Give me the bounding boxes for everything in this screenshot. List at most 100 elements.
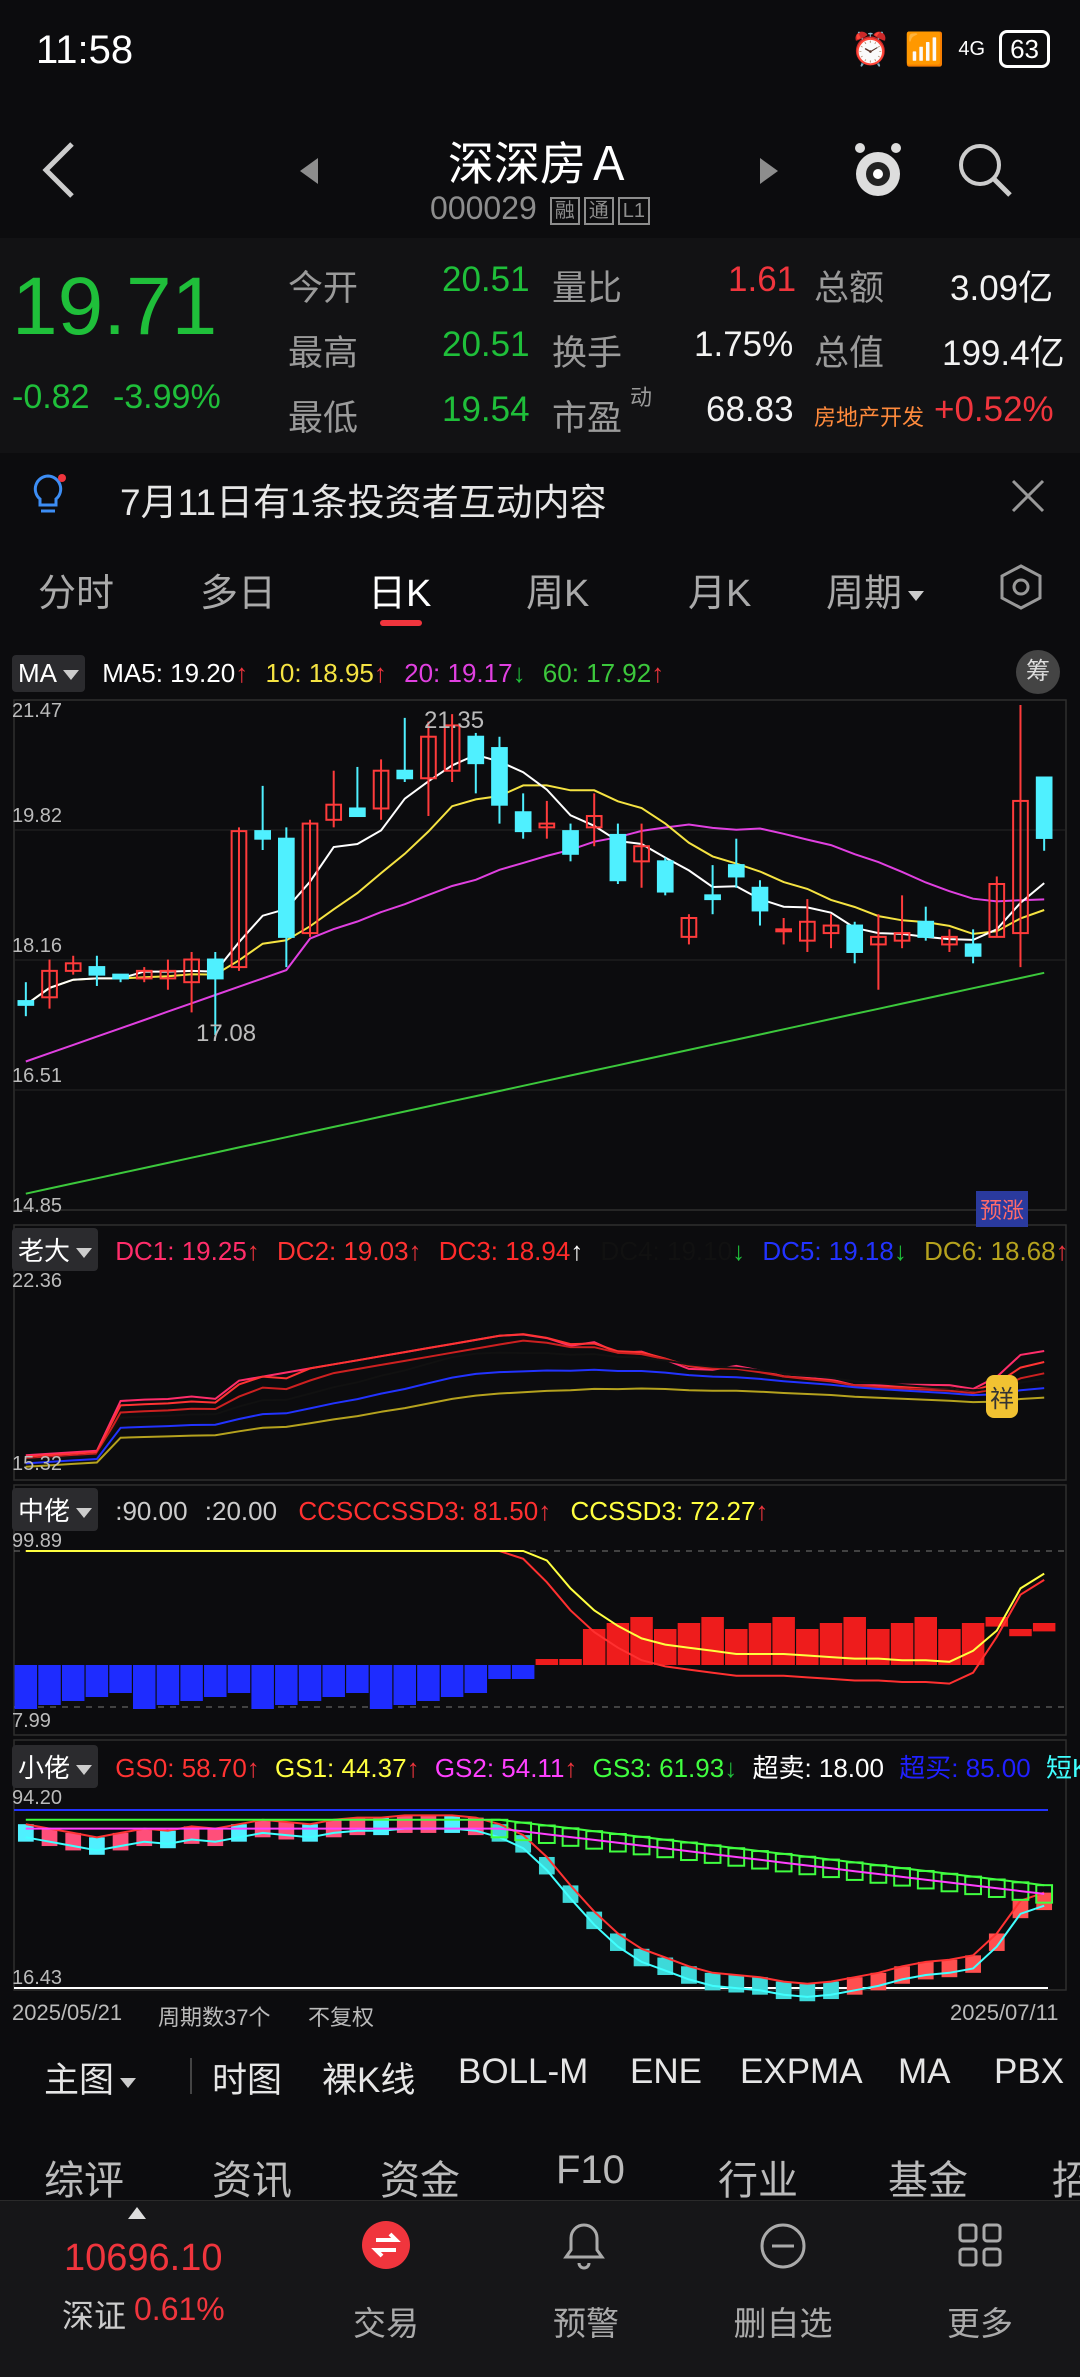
nav-alert[interactable]: 预警	[544, 2297, 628, 2345]
period-tabs: 分时 多日 日K 周K 月K 周期	[0, 548, 1080, 628]
ccssd3-arrow: ↑	[755, 1496, 769, 1526]
gs-bar-32	[775, 1981, 792, 2000]
nav-more[interactable]: 更多	[938, 2297, 1022, 2345]
main-chart-selector[interactable]: 主图	[44, 2052, 137, 2103]
nav-trade[interactable]: 交易	[344, 2297, 428, 2345]
news-tab-funds[interactable]: 资金	[380, 2148, 460, 2206]
candle-32	[775, 917, 793, 945]
gs-selector[interactable]: 小佬	[12, 1745, 99, 1788]
candle-22	[538, 800, 556, 839]
news-tab-news[interactable]: 资讯	[212, 2148, 292, 2206]
candle-body-31	[751, 886, 769, 912]
candle-16	[396, 717, 414, 783]
gs-bar-41	[988, 1933, 1005, 1951]
indicator-pbx[interactable]: PBX	[994, 2052, 1064, 2092]
dc4-line	[25, 1351, 1045, 1461]
cc-bar-11	[275, 1665, 298, 1705]
indicator-ene[interactable]: ENE	[630, 2052, 702, 2092]
grid-more-icon[interactable]	[956, 2221, 1004, 2269]
indicator-naked-k[interactable]: 裸K线	[322, 2052, 415, 2103]
chevron-down-icon	[76, 1248, 93, 1259]
ma5-line	[25, 753, 1045, 1006]
candle-43	[1035, 776, 1053, 851]
cc-bar-34	[819, 1623, 843, 1665]
index-value[interactable]: 10696.10	[64, 2237, 223, 2280]
tab-multi-day[interactable]: 多日	[200, 562, 276, 617]
indicator-expma[interactable]: EXPMA	[740, 2052, 863, 2092]
tag-rong: 融	[549, 196, 580, 225]
chevron-down-icon	[76, 1508, 93, 1519]
news-tab-fund[interactable]: 基金	[888, 2148, 968, 2206]
open-value: 20.51	[442, 260, 530, 299]
gs3-text: GS3: 61.93	[592, 1753, 725, 1783]
cc-bar-21	[511, 1665, 535, 1679]
candle-15	[372, 759, 390, 820]
remove-watchlist-icon[interactable]	[758, 2221, 808, 2271]
cc-bar-20	[488, 1665, 511, 1679]
trade-icon[interactable]	[362, 2221, 410, 2269]
tab-period[interactable]: 周期	[826, 562, 925, 617]
status-time: 11:58	[36, 28, 134, 72]
next-stock-icon[interactable]	[760, 158, 778, 184]
bell-icon[interactable]	[560, 2221, 608, 2271]
notice-bar[interactable]: 7月11日有1条投资者互动内容	[0, 458, 1080, 533]
candle-28	[680, 914, 698, 945]
active-tab-indicator	[380, 620, 422, 626]
candle-13	[325, 770, 343, 828]
cc-bar-43	[1032, 1623, 1056, 1632]
wifi-icon: 📶	[904, 31, 945, 67]
dc-selector[interactable]: 老大	[12, 1228, 99, 1271]
news-tab-more[interactable]: 招	[1052, 2148, 1080, 2206]
candle-body-10	[254, 830, 272, 840]
tab-intraday[interactable]: 分时	[38, 562, 114, 617]
nav-remove-watchlist[interactable]: 删自选	[728, 2297, 838, 2345]
gs3-value: GS3: 61.93↓	[593, 1753, 738, 1783]
dc1-text: DC1: 19.25	[115, 1236, 247, 1266]
cc-bar-8	[204, 1665, 227, 1697]
lucky-badge[interactable]: 祥	[986, 1375, 1018, 1418]
cc-bar-9	[227, 1665, 251, 1693]
index-change: 0.61%	[134, 2291, 225, 2327]
gs2-text: GS2: 54.11	[434, 1753, 565, 1783]
indicator-time-chart[interactable]: 时图	[212, 2052, 282, 2103]
stock-header: 深深房Ａ 000029 融通 L1	[0, 110, 1080, 235]
mascot-icon[interactable]	[848, 138, 908, 200]
cc-bar-29	[701, 1617, 724, 1665]
settings-hexagon-icon[interactable]	[998, 564, 1044, 610]
indicator-ma[interactable]: MA	[898, 2052, 951, 2092]
candle-10	[254, 785, 272, 851]
candle-19	[467, 732, 485, 794]
close-icon[interactable]	[1010, 478, 1046, 514]
dc3-value: DC3: 18.94↑	[439, 1236, 584, 1266]
cc-bar-32	[772, 1617, 795, 1665]
cc-selector[interactable]: 中佬	[12, 1488, 99, 1531]
adjust-mode[interactable]: 不复权	[308, 2000, 374, 2032]
news-tab-industry[interactable]: 行业	[718, 2148, 798, 2206]
cc-bar-28	[677, 1623, 701, 1665]
tab-weekly-k[interactable]: 周K	[526, 562, 589, 617]
cc-bar-39	[938, 1629, 961, 1665]
gs-indicator-row: 小佬 GS0: 58.70↑ GS1: 44.37↑ GS2: 54.11↑ G…	[12, 1745, 1080, 1788]
gs-bar-8	[207, 1828, 224, 1847]
chart-area[interactable]: MA MA5: 19.20↑ 10: 18.95↑ 20: 19.17↓ 60:…	[0, 645, 1080, 2035]
news-tab-overview[interactable]: 综评	[44, 2148, 124, 2206]
candle-0	[17, 982, 35, 1017]
expand-up-icon[interactable]	[128, 2207, 146, 2219]
cc-selector-label: 中佬	[18, 1496, 71, 1526]
change-percent: -3.99%	[112, 378, 221, 416]
cc-y-top: 99.89	[12, 1530, 63, 1552]
gs2-value: GS2: 54.11↑	[435, 1753, 578, 1783]
end-date: 2025/07/11	[950, 2000, 1059, 2025]
cc-bar-15	[369, 1665, 393, 1709]
tab-daily-k[interactable]: 日K	[368, 562, 431, 617]
index-name: 深证	[62, 2298, 127, 2334]
indicator-boll-m[interactable]: BOLL-M	[458, 2052, 588, 2092]
search-icon[interactable]	[955, 140, 1015, 200]
dc4-value: DC4: 19.10↓	[601, 1236, 746, 1266]
sector-label[interactable]: 房地产开发	[814, 400, 924, 432]
forecast-badge[interactable]: 预涨	[976, 1191, 1029, 1227]
tab-monthly-k[interactable]: 月K	[688, 562, 751, 617]
chevron-down-icon	[908, 590, 925, 601]
candle-12	[301, 819, 319, 937]
news-tab-f10[interactable]: F10	[556, 2148, 625, 2193]
